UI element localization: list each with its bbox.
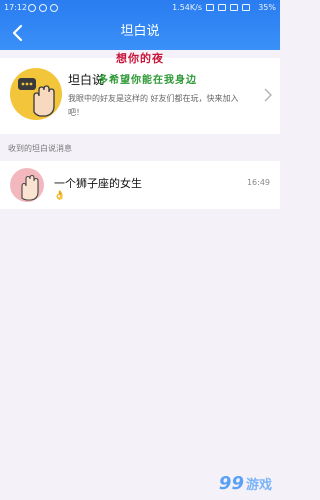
watermark: 99 游戏 (219, 473, 272, 494)
list-item[interactable]: 一个狮子座的女生 16:49 👌 (0, 161, 280, 209)
wifi-icon (218, 4, 226, 11)
alarm-icon (206, 4, 214, 11)
message-sender: 一个狮子座的女生 (54, 177, 142, 190)
caption-line-1: 想你的夜 (116, 52, 164, 65)
section-label: 收到的坦白说消息 (8, 144, 72, 153)
caption-line-2: 多希望你能在我身边 (98, 75, 197, 86)
message-time: 16:49 (246, 178, 270, 187)
app-header: 17:12 1.54K/s 35% 坦白说 (0, 0, 280, 50)
hand-speech-icon (10, 68, 62, 120)
chevron-right-icon (264, 88, 272, 102)
page-title: 坦白说 (120, 24, 160, 39)
ok-hand-icon: 👌 (54, 191, 66, 201)
signal-icon (230, 4, 238, 11)
watermark-text: 游戏 (245, 478, 272, 493)
watermark-logo: 99 (218, 473, 244, 494)
promo-card[interactable]: 坦白说 我眼中的好友是这样的 好友们都在玩，快来加入吧！ (0, 58, 280, 134)
status-bar: 17:12 1.54K/s 35% (0, 0, 280, 16)
status-time: 17:12 (4, 3, 28, 12)
hand-icon (21, 174, 39, 201)
avatar (10, 168, 44, 202)
notification-icon (50, 4, 58, 12)
status-icons-right (206, 4, 250, 11)
nav-bar: 坦白说 (0, 16, 280, 50)
promo-subtitle: 我眼中的好友是这样的 好友们都在玩，快来加入吧！ (68, 94, 239, 117)
notification-icon (28, 4, 36, 12)
battery-icon (242, 4, 250, 11)
battery-percent: 35% (258, 3, 276, 12)
status-icons-left (28, 4, 58, 12)
network-speed: 1.54K/s (172, 3, 202, 12)
notification-icon (39, 4, 47, 12)
